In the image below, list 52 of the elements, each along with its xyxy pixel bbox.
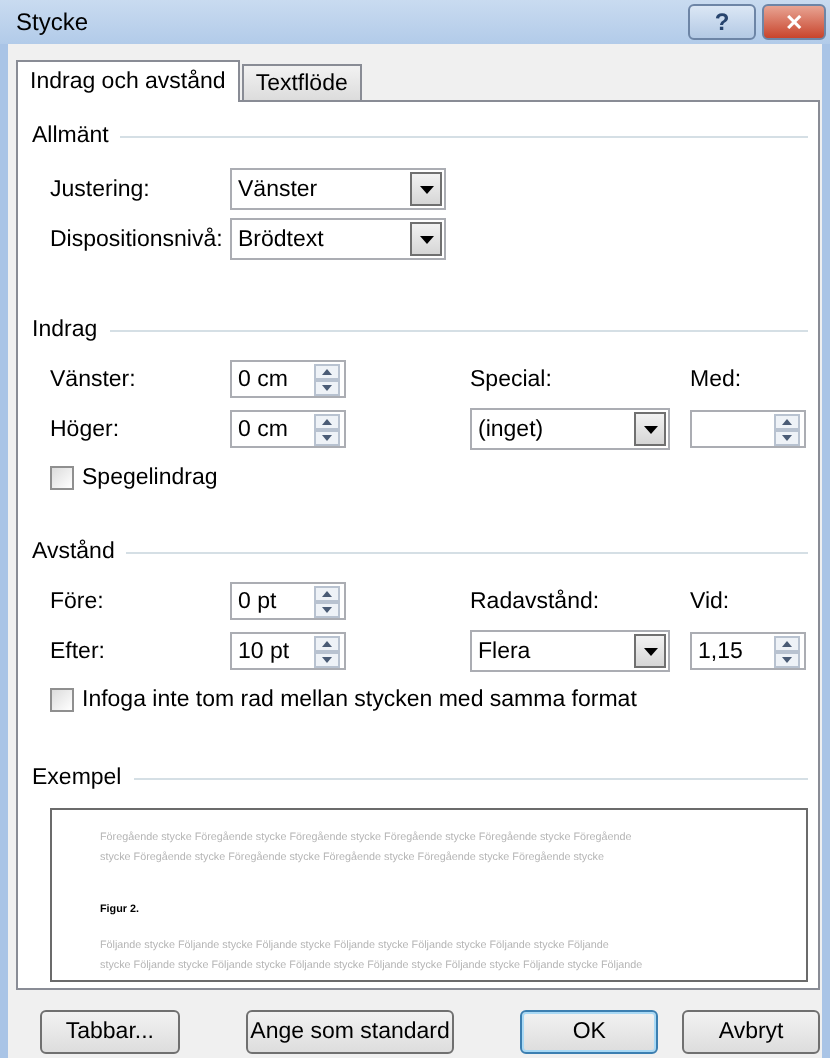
spin-down-icon[interactable] <box>774 651 800 667</box>
field-label: Med: <box>690 367 744 391</box>
field-label: Vid: <box>690 589 732 613</box>
checkbox-label: Infoga inte tom rad mellan stycken med samma format <box>82 688 637 712</box>
spin-up-icon[interactable] <box>314 585 340 601</box>
spin-down-icon[interactable] <box>314 379 340 395</box>
spin-field[interactable]: 1,15 <box>690 632 806 670</box>
dialog-button[interactable]: Ange som standard <box>245 1010 455 1054</box>
field-label: Justering: <box>50 177 152 201</box>
dropdown-arrow-icon <box>643 425 657 433</box>
checkbox-label: Spegelindrag <box>82 466 218 490</box>
default-button[interactable]: OK <box>520 1010 659 1054</box>
field-label: Höger: <box>50 417 122 441</box>
section-heading: Indrag <box>32 318 98 342</box>
dialog-button[interactable]: Tabbar... <box>40 1010 180 1054</box>
spin-field[interactable]: 0 pt <box>230 582 346 620</box>
field-label: Efter: <box>50 639 107 663</box>
spin-down-icon[interactable] <box>314 651 340 667</box>
spin-down-icon[interactable] <box>774 429 800 445</box>
field-label: Radavstånd: <box>470 589 602 613</box>
section-heading: Allmänt <box>32 124 109 148</box>
spin-up-icon[interactable] <box>314 413 340 429</box>
section-heading: Exempel <box>32 766 122 790</box>
spin-up-icon[interactable] <box>774 635 800 651</box>
spin-up-icon[interactable] <box>314 635 340 651</box>
field-label: Före: <box>50 589 106 613</box>
spin-field[interactable] <box>690 410 806 448</box>
dialog-button[interactable]: Avbryt <box>682 1010 821 1054</box>
field-label: Vänster: <box>50 367 138 391</box>
dropdown-arrow-icon <box>419 235 433 243</box>
spin-down-icon[interactable] <box>314 429 340 445</box>
spin-up-icon[interactable] <box>314 363 340 379</box>
spin-field[interactable]: 0 cm <box>230 360 346 398</box>
spin-field[interactable]: 10 pt <box>230 632 346 670</box>
dropdown-arrow-icon <box>643 647 657 655</box>
tab[interactable]: Indrag och avstånd <box>16 60 240 102</box>
spin-down-icon[interactable] <box>314 601 340 617</box>
field-label: Dispositionsnivå: <box>50 227 225 251</box>
dropdown[interactable]: Brödtext <box>230 218 446 260</box>
checkbox[interactable] <box>50 688 74 712</box>
help-button[interactable]: ? <box>688 4 756 40</box>
field-label: Special: <box>470 367 554 391</box>
dropdown[interactable]: (inget) <box>470 408 670 450</box>
dropdown-arrow-icon <box>419 185 433 193</box>
dropdown[interactable]: Vänster <box>230 168 446 210</box>
dropdown[interactable]: Flera <box>470 630 670 672</box>
spin-up-icon[interactable] <box>774 413 800 429</box>
section-heading: Avstånd <box>32 540 115 564</box>
window-title: Stycke <box>16 8 91 36</box>
checkbox[interactable] <box>50 466 74 490</box>
spin-field[interactable]: 0 cm <box>230 410 346 448</box>
tab[interactable]: Textflöde <box>241 64 362 100</box>
